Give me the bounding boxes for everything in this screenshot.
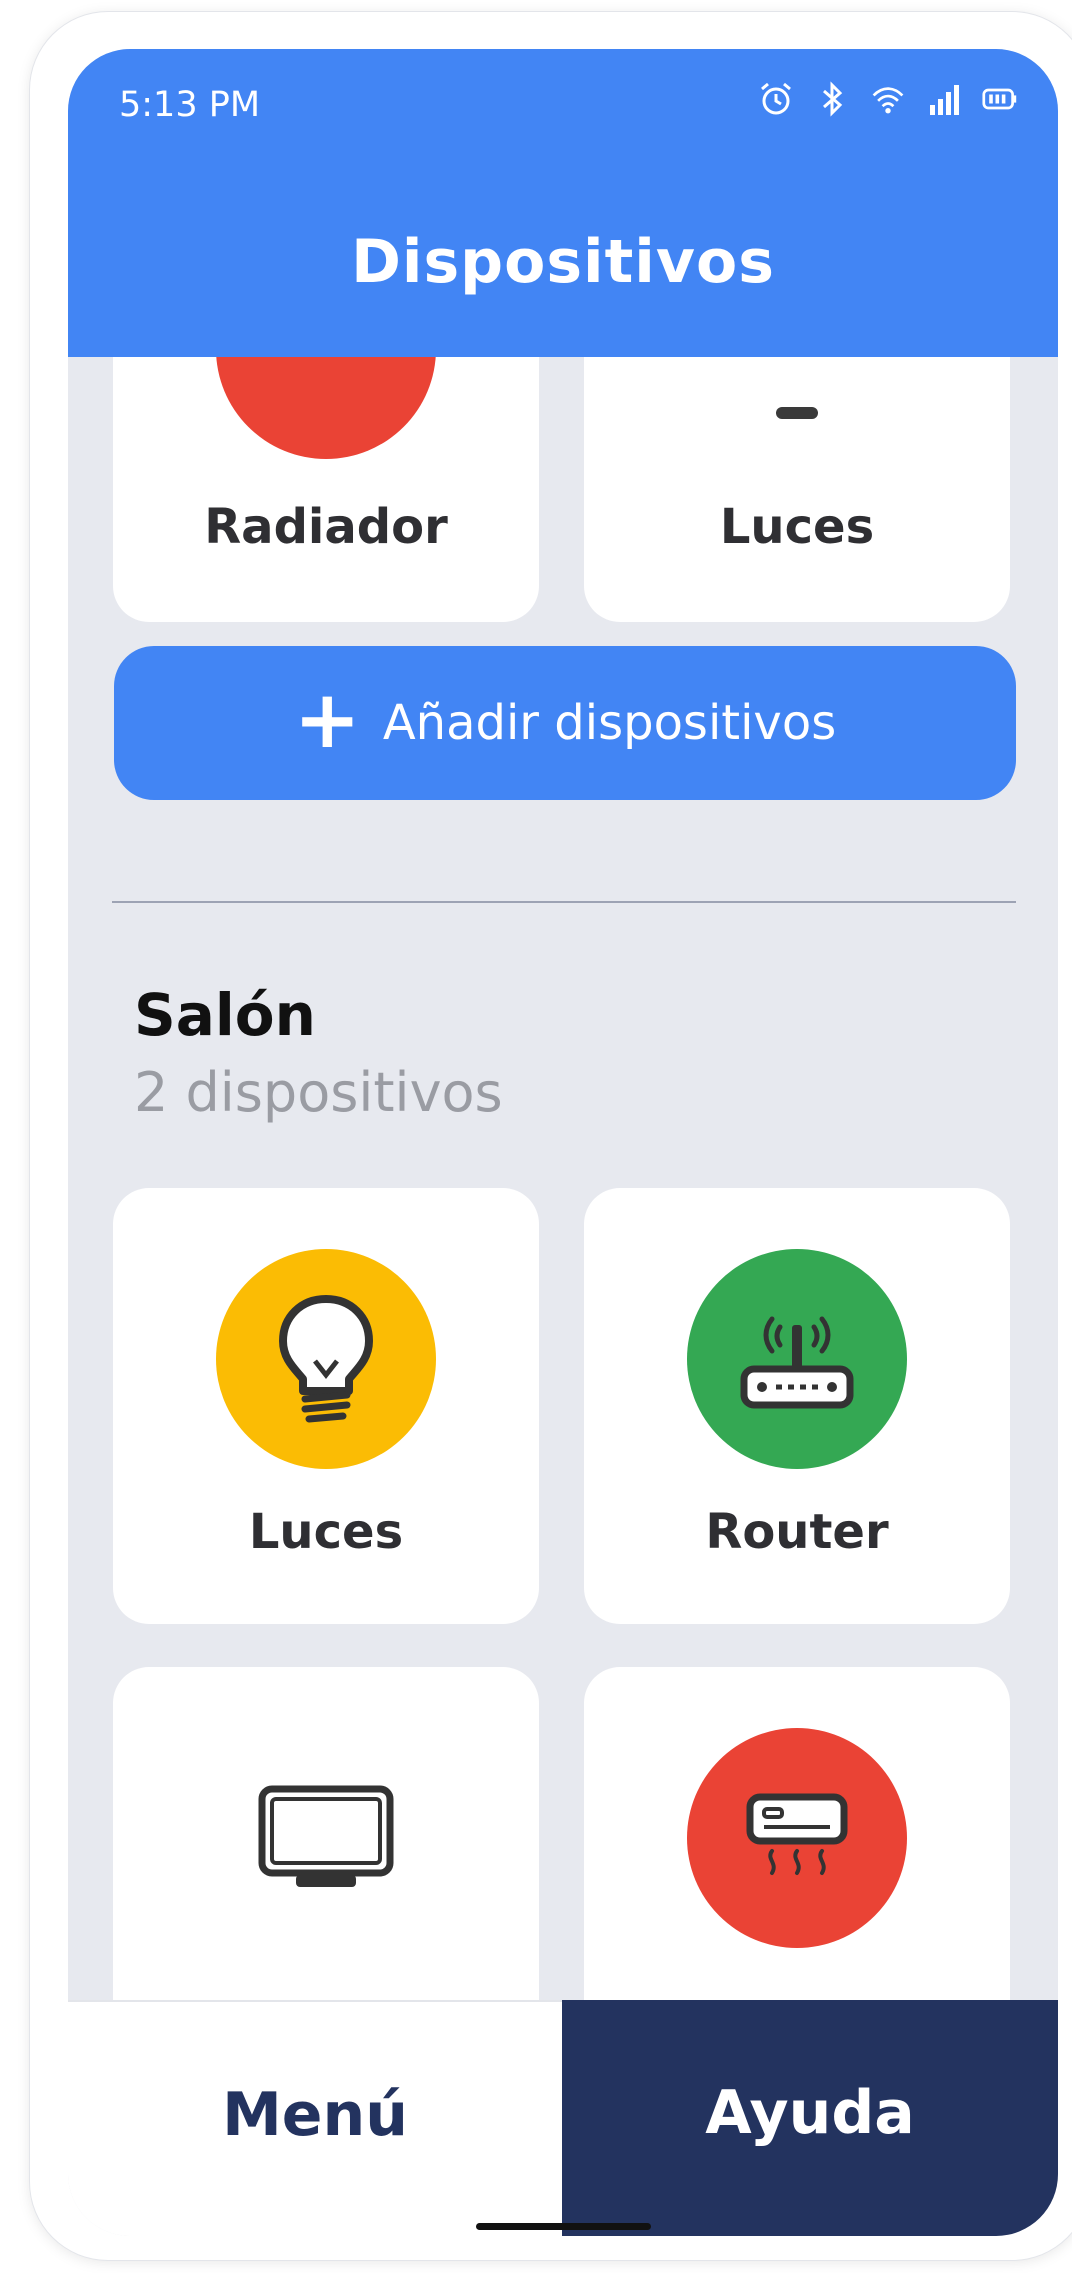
device-label: Luces xyxy=(248,1504,404,1560)
device-label: Luces xyxy=(719,499,875,555)
air-conditioner-icon xyxy=(687,1728,907,1948)
device-label: Router xyxy=(705,1504,889,1560)
divider xyxy=(112,901,1016,903)
help-label: Ayuda xyxy=(705,2078,915,2148)
battery-icon xyxy=(982,81,1018,117)
status-time: 5:13 PM xyxy=(119,85,261,125)
status-icons xyxy=(758,81,1018,117)
bottom-nav: Menú Ayuda xyxy=(68,2000,1058,2236)
device-label: Radiador xyxy=(204,499,448,555)
plus-icon: + xyxy=(293,673,361,766)
group-title: Salón xyxy=(134,981,316,1049)
wifi-icon xyxy=(870,81,906,117)
add-devices-label: Añadir dispositivos xyxy=(382,695,837,751)
app-header: 5:13 PM Dispositivos xyxy=(68,49,1058,357)
router-icon xyxy=(687,1249,907,1469)
alarm-icon xyxy=(758,81,794,117)
device-card-luces[interactable]: Luces xyxy=(113,1188,539,1624)
menu-label: Menú xyxy=(222,2080,408,2150)
light-icon xyxy=(776,407,818,419)
group-subtitle: 2 dispositivos xyxy=(134,1061,503,1124)
home-indicator[interactable] xyxy=(476,2223,651,2230)
device-card-router[interactable]: Router xyxy=(584,1188,1010,1624)
device-list[interactable]: Radiador Luces + Añadir dispositivos Sal… xyxy=(68,49,1058,2236)
add-devices-button[interactable]: + Añadir dispositivos xyxy=(114,646,1016,800)
status-bar: 5:13 PM xyxy=(68,49,1058,129)
menu-button[interactable]: Menú xyxy=(68,2000,562,2236)
help-button[interactable]: Ayuda xyxy=(562,2000,1058,2236)
tv-icon xyxy=(216,1728,436,1948)
light-bulb-icon xyxy=(216,1249,436,1469)
signal-icon xyxy=(926,81,962,117)
screen: Radiador Luces + Añadir dispositivos Sal… xyxy=(68,49,1058,2236)
page-title: Dispositivos xyxy=(351,227,775,297)
bluetooth-icon xyxy=(814,81,850,117)
